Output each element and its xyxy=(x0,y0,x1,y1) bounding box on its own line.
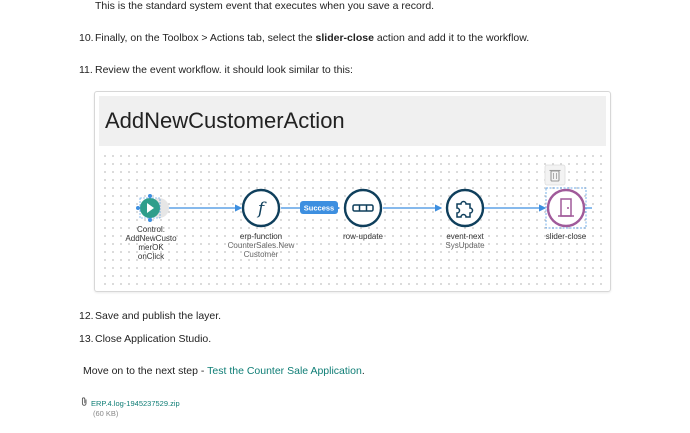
start-node[interactable] xyxy=(136,194,169,222)
step-text: Close Application Studio. xyxy=(95,333,212,345)
attachment-size: (60 KB) xyxy=(93,409,119,418)
step-number: 13. xyxy=(79,333,94,345)
workflow-diagram: AddNewCustomerAction f Success Control: … xyxy=(94,91,611,292)
workflow-canvas: f Success Control: AddNewCusto merOK onC… xyxy=(101,152,604,288)
success-badge-label: Success xyxy=(304,204,334,213)
next-step-suffix: . xyxy=(361,365,365,377)
step-10: 10.Finally, on the Toolbox > Actions tab… xyxy=(79,32,529,44)
step-text-bold: slider-close xyxy=(315,32,374,44)
step-text: Save and publish the layer. xyxy=(95,310,222,322)
paperclip-icon xyxy=(81,397,91,408)
node-label-row-update: row-update xyxy=(342,232,384,241)
next-step: Move on to the next step - Test the Coun… xyxy=(83,365,365,377)
step-number: 11. xyxy=(79,64,93,76)
erp-function-node[interactable]: f xyxy=(241,188,281,228)
step-number: 10. xyxy=(79,32,94,44)
success-badge: Success xyxy=(300,201,338,214)
attachment: ERP.4.log-1945237529.zip (60 KB) xyxy=(81,397,180,418)
workflow-svg: f Success xyxy=(136,164,592,229)
intro-text: This is the standard system event that e… xyxy=(95,0,435,12)
step-text-before: Finally, on the Toolbox > Actions tab, s… xyxy=(95,32,316,44)
step-13: 13.Close Application Studio. xyxy=(79,333,211,345)
next-step-link[interactable]: Test the Counter Sale Application xyxy=(207,365,362,377)
node-label-event-next: event-next SysUpdate xyxy=(445,232,485,250)
slider-close-node[interactable] xyxy=(544,164,587,229)
step-12: 12.Save and publish the layer. xyxy=(79,310,221,322)
step-11: 11. Review the event workflow. it should … xyxy=(79,64,353,76)
node-label-control: Control: AddNewCusto merOK onClick xyxy=(125,225,177,261)
step-text: Review the event workflow. it should loo… xyxy=(95,64,353,76)
step-number: 12. xyxy=(79,310,94,322)
diagram-title: AddNewCustomerAction xyxy=(105,108,345,133)
step-text-after: action and add it to the workflow. xyxy=(373,32,530,44)
node-label-erp-function: erp-function CounterSales.New Customer xyxy=(227,232,295,259)
node-label-slider-close: slider-close xyxy=(545,232,587,241)
row-update-node[interactable] xyxy=(343,188,383,228)
diagram-header: AddNewCustomerAction xyxy=(99,96,606,146)
event-next-node[interactable] xyxy=(445,188,485,228)
attachment-link[interactable]: ERP.4.log-1945237529.zip xyxy=(91,399,180,408)
next-step-prefix: Move on to the next step - xyxy=(83,365,208,377)
